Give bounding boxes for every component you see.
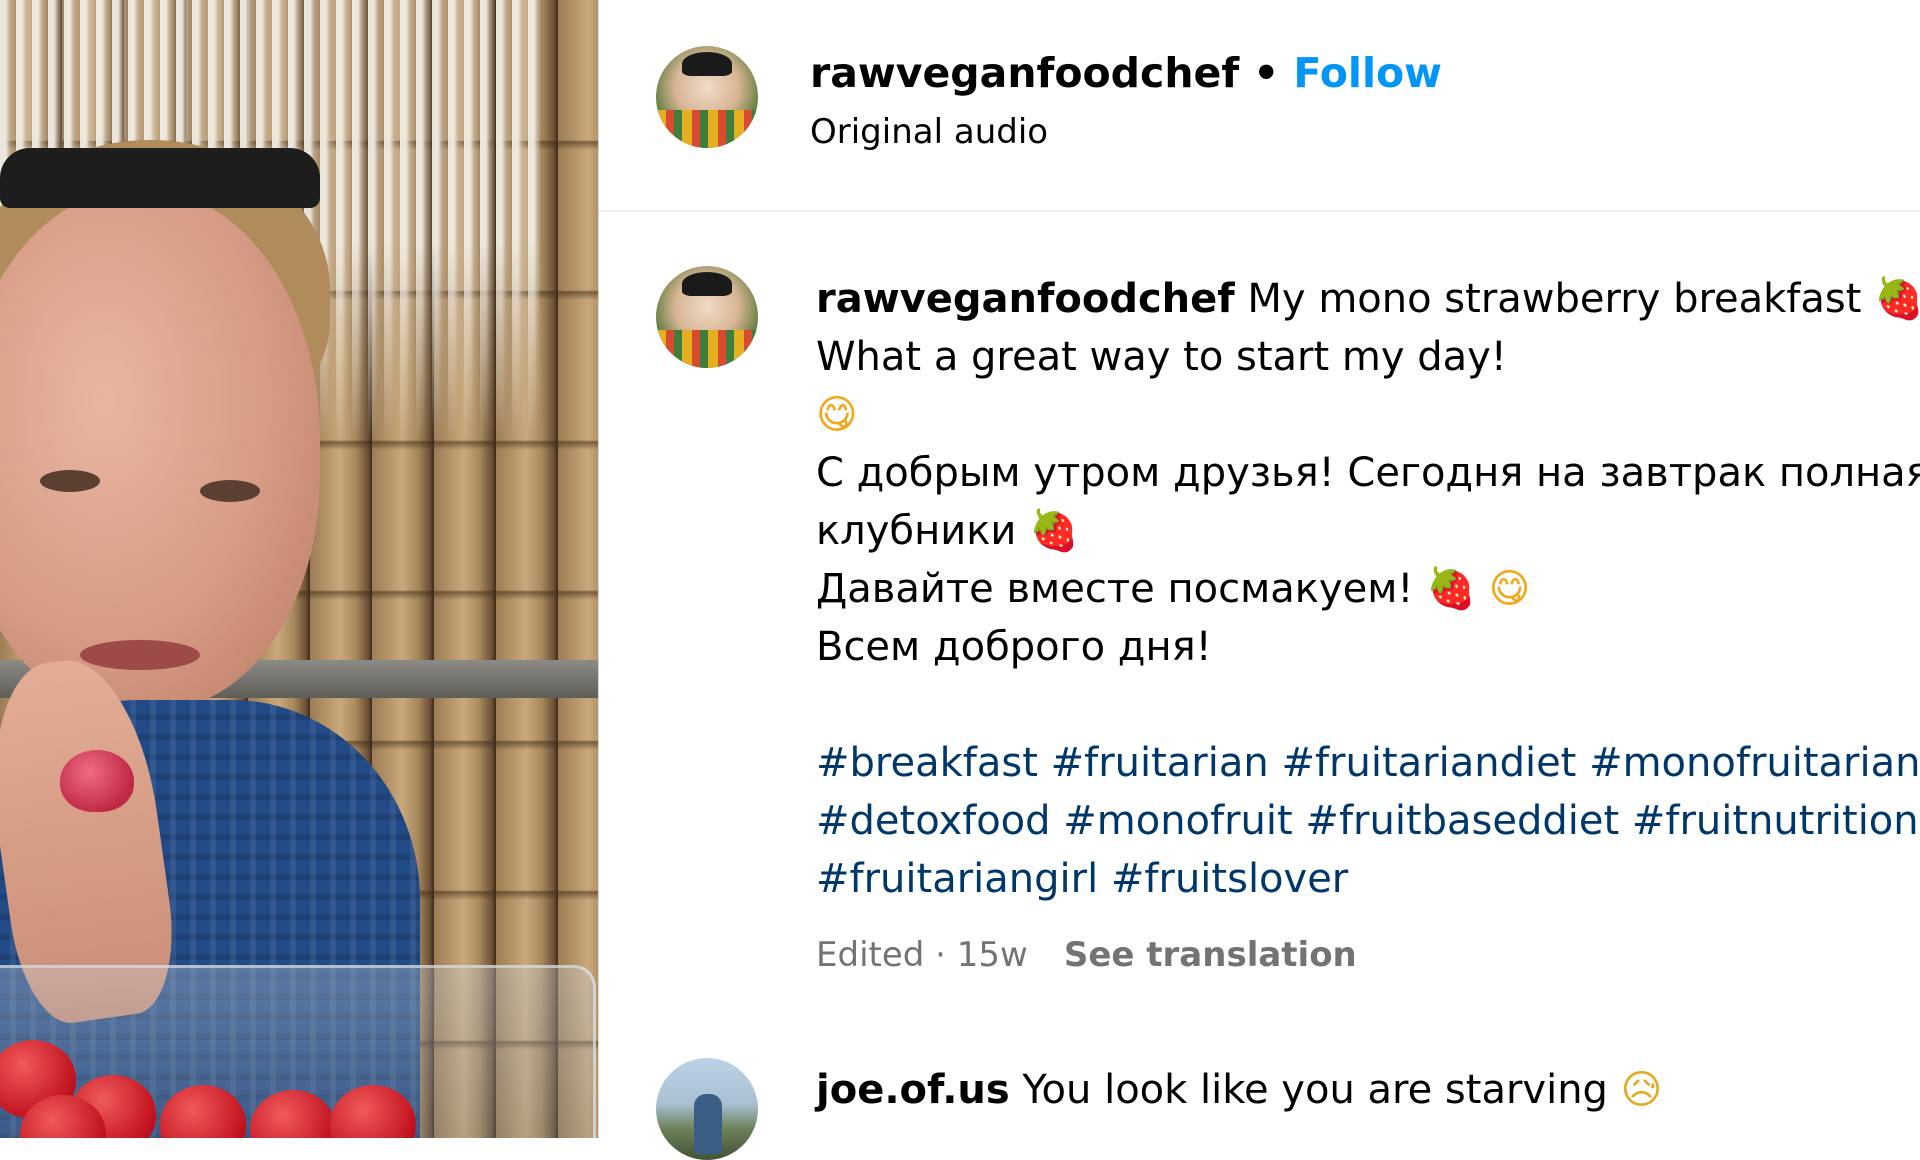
comment-text: You look like you are starving (1022, 1067, 1608, 1113)
audio-label[interactable]: Original audio (810, 109, 1048, 155)
hashtag-row-1: #breakfast #fruitarian #fruitariandiet #… (816, 734, 1920, 792)
caption-text: My mono strawberry breakfast (1247, 276, 1862, 322)
strawberry-icon: 🍓 (1874, 276, 1920, 322)
header-divider (599, 210, 1920, 212)
hashtag-row-3: #fruitariangirl #fruitslover (816, 850, 1920, 908)
avatar-hat (682, 272, 732, 296)
hashtag-link[interactable]: #fruitslover (1111, 856, 1348, 902)
person-eye-right (200, 480, 260, 502)
hashtag-row-2: #detoxfood #monofruit #fruitbaseddiet #f… (816, 792, 1920, 850)
avatar-figure (694, 1094, 722, 1154)
separator-dot: • (1253, 49, 1280, 97)
hashtag-link[interactable]: #fruitbaseddiet (1305, 798, 1619, 844)
caption-author-avatar[interactable] (656, 266, 758, 368)
edited-timestamp[interactable]: Edited · 15w (816, 935, 1028, 975)
commenter-avatar[interactable] (656, 1058, 758, 1160)
post-side-panel: rawveganfoodchef • Follow Original audio r… (598, 0, 1920, 1160)
post-header: rawveganfoodchef • Follow (810, 48, 1442, 98)
person-face (0, 190, 320, 710)
person-sunglasses (0, 148, 320, 208)
person-eye-left (40, 470, 100, 492)
caption-line: What a great way to start my day! (816, 334, 1507, 380)
see-translation-button[interactable]: See translation (1064, 935, 1357, 975)
author-username[interactable]: rawveganfoodchef (810, 49, 1239, 97)
caption-line: С добрым утром друзья! Сегодня на завтра… (816, 450, 1920, 496)
strawberry-icon: 🍓 (1029, 508, 1079, 554)
yum-face-icon: 😋 (816, 392, 858, 438)
caption-meta: Edited · 15w See translation (816, 932, 1357, 978)
caption-line: rawveganfoodchef My mono strawberry brea… (816, 270, 1920, 328)
hashtag-link[interactable]: #fruitariandiet (1281, 740, 1576, 786)
held-strawberry (60, 750, 134, 812)
post-caption: rawveganfoodchef My mono strawberry brea… (816, 270, 1920, 908)
caption-username[interactable]: rawveganfoodchef (816, 276, 1235, 322)
hashtag-link[interactable]: #monofruitarian (1589, 740, 1920, 786)
caption-line: клубники 🍓 (816, 502, 1920, 560)
caption-line: 😋 (816, 386, 1920, 444)
sad-face-icon: 😥 (1620, 1067, 1663, 1113)
hashtag-link[interactable]: #breakfast (816, 740, 1038, 786)
avatar-hat (682, 52, 732, 76)
comment: joe.of.us You look like you are starving… (816, 1062, 1662, 1118)
hashtag-link[interactable]: #fruitariangirl (816, 856, 1098, 902)
caption-text: клубники (816, 508, 1017, 554)
follow-button[interactable]: Follow (1293, 49, 1442, 97)
hashtag-link[interactable]: #monofruit (1063, 798, 1292, 844)
hashtag-link[interactable]: #fruitnutrition (1632, 798, 1919, 844)
caption-text: Давайте вместе посмакуем! (816, 566, 1414, 612)
strawberry-icon: 🍓 (1426, 566, 1476, 612)
avatar-stripe (656, 110, 758, 148)
author-avatar[interactable] (656, 46, 758, 148)
yum-face-icon: 😋 (1488, 566, 1531, 612)
commenter-username[interactable]: joe.of.us (816, 1067, 1010, 1113)
person-mouth (80, 640, 200, 670)
reel-video[interactable] (0, 0, 598, 1138)
hashtag-link[interactable]: #detoxfood (816, 798, 1051, 844)
caption-gap (816, 676, 1920, 734)
caption-line: Давайте вместе посмакуем! 🍓 😋 (816, 560, 1920, 618)
avatar-stripe (656, 330, 758, 368)
caption-line: Всем доброго дня! (816, 624, 1212, 670)
hashtag-link[interactable]: #fruitarian (1051, 740, 1269, 786)
